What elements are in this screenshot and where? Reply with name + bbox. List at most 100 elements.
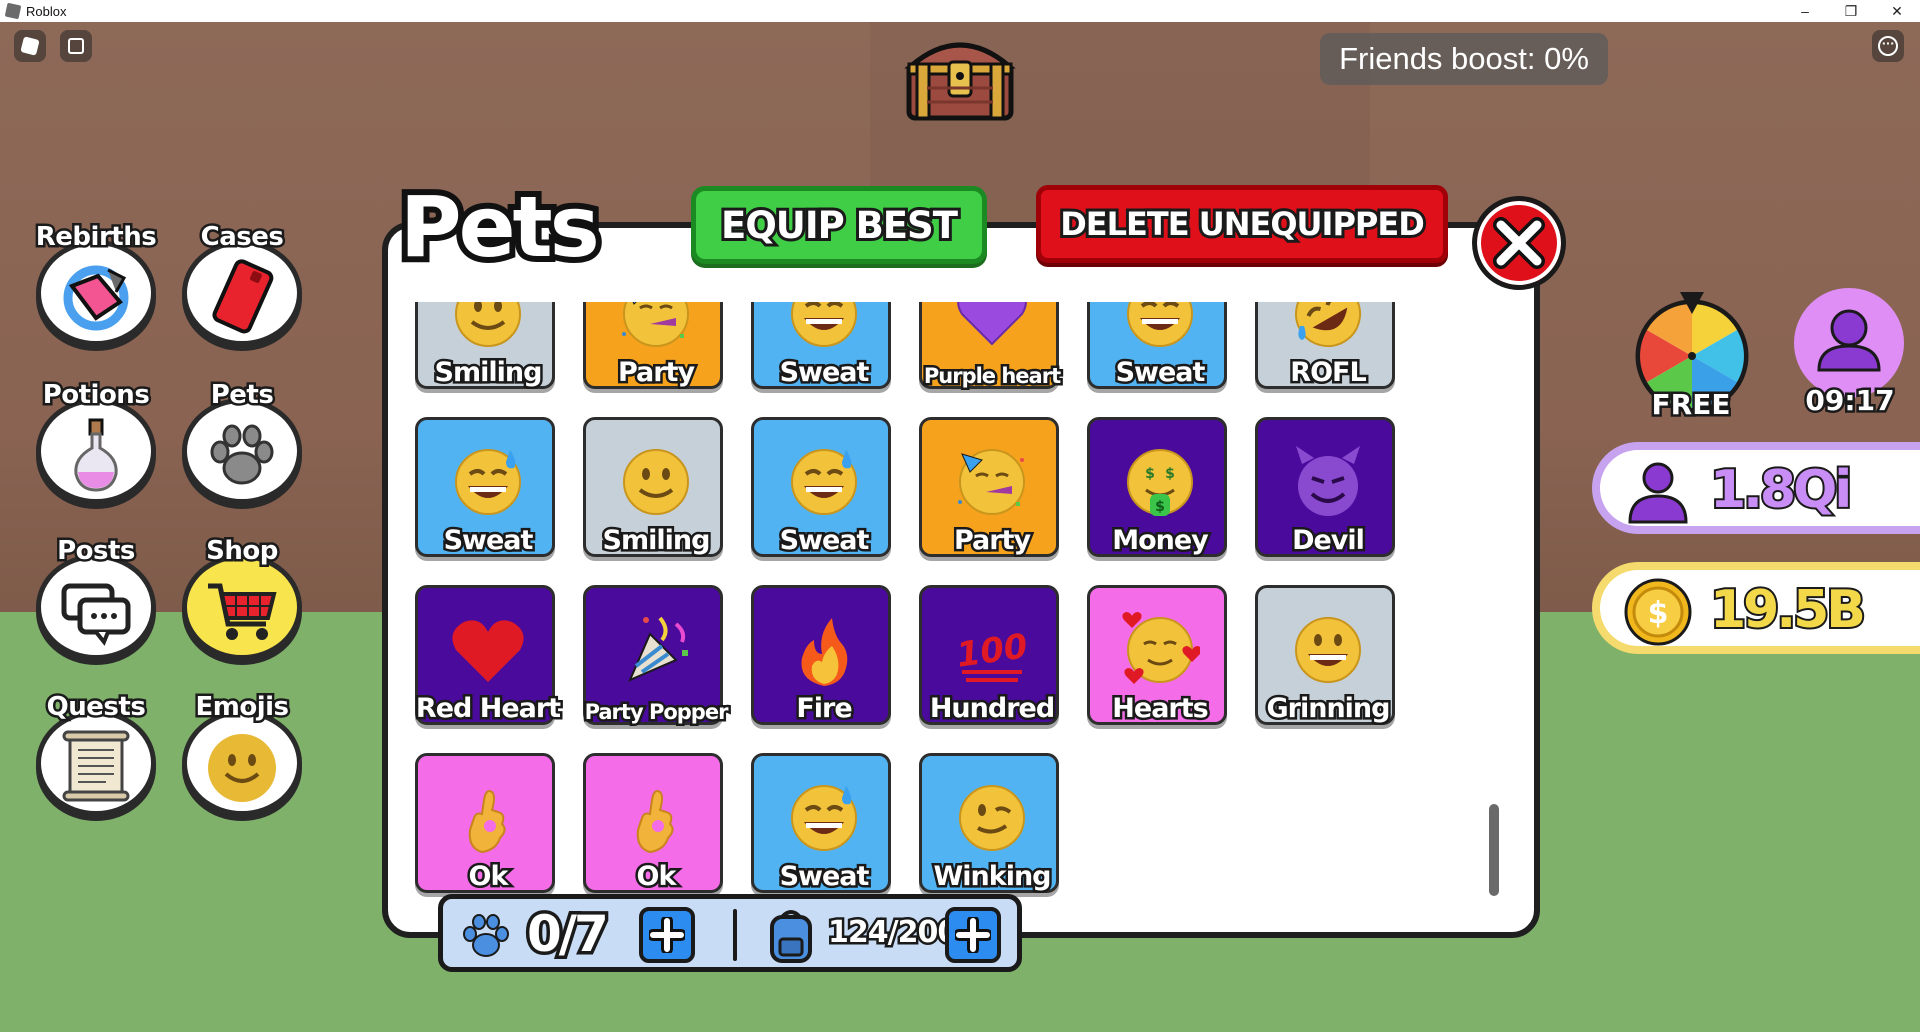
pet-name: Devil [1290,523,1368,559]
svg-text:$: $ [1165,466,1175,482]
coins-stat: $ 19.5B [1592,562,1920,654]
roblox-logo-icon [20,36,40,56]
chat-toggle-button[interactable] [60,30,92,62]
pet-tile[interactable]: Devil [1255,417,1395,559]
pets-scrollbar[interactable] [1489,804,1499,896]
plus-icon [955,917,991,953]
chat-icon [68,38,84,54]
pet-name: Fire [794,691,855,727]
pet-tile[interactable]: Ok [415,753,555,895]
pet-tile[interactable]: 100 Hundred [919,585,1059,727]
profile-timer-button[interactable] [1794,288,1904,398]
svg-text:$: $ [1648,596,1669,631]
pets-panel-title: Pets [394,172,606,282]
ok-hand-emoji-icon [468,790,506,854]
counter-divider [733,909,737,961]
menu-pets-button[interactable]: Pets [180,378,304,504]
roblox-menu-button[interactable] [14,30,46,62]
paw-icon [210,424,274,485]
pet-name: Party [615,355,697,391]
pet-name: Money [1110,523,1212,559]
window-title: Roblox [26,3,67,19]
pet-name: Sweat [1113,355,1208,391]
pet-name: Purple heart [921,362,1063,391]
hundred-emoji-icon: 100 [954,626,1030,682]
purple-heart-emoji-icon [957,302,1027,346]
smiley-icon [208,734,276,802]
cart-icon [208,583,277,640]
pet-tile[interactable]: Ok [583,753,723,895]
paw-icon [463,914,509,957]
rebirth-icon [63,265,129,331]
minimize-button[interactable]: – [1782,0,1828,22]
add-storage-button[interactable] [945,907,1001,963]
pet-tile[interactable]: Sweat [1087,302,1227,391]
followers-value: 1.8Qi [1708,458,1854,522]
pet-tile[interactable]: Purple heart [919,302,1064,391]
pet-tile[interactable]: Grinning [1255,585,1395,727]
more-options-button[interactable]: ··· [1872,30,1904,62]
pet-name: Party [951,523,1033,559]
friends-boost-label: Friends boost: 0% [1320,33,1608,85]
close-window-button[interactable]: ✕ [1874,0,1920,22]
pet-name: Party Popper [582,698,731,727]
pet-tile[interactable]: Sweat [751,302,891,391]
pet-tile[interactable]: Smiling [415,302,555,391]
equipped-count: 0/7 [524,902,613,967]
roblox-app-icon [4,2,22,20]
pet-tile[interactable]: Party Popper [582,585,731,727]
pet-tile[interactable]: Party [919,417,1059,559]
backpack-icon [770,910,812,963]
pet-tile[interactable]: Party [583,302,723,391]
close-panel-button[interactable] [1472,196,1566,290]
maximize-button[interactable]: ❐ [1828,0,1874,22]
coins-value: 19.5B [1708,578,1868,642]
pet-tile[interactable]: Hearts [1087,585,1227,727]
menu-pets-label: Pets [208,378,276,413]
pet-tile[interactable]: ROFL [1255,302,1395,391]
delete-unequipped-button[interactable]: DELETE UNEQUIPPED [1036,185,1448,263]
menu-posts-label: Posts [55,534,138,569]
timer-label: 09:17 [1803,382,1897,420]
menu-quests-button[interactable]: Quests [34,690,158,816]
plus-icon [649,917,685,953]
menu-potions-button[interactable]: Potions [34,378,158,504]
equip-best-button[interactable]: EQUIP BEST [691,186,987,264]
chat-bubble-icon [61,583,131,646]
pet-name: Hundred [927,691,1057,727]
close-icon [1493,217,1545,269]
menu-posts-button[interactable]: Posts [34,534,158,660]
sweat-emoji-icon [791,302,857,347]
sweat-emoji-icon [1127,302,1193,347]
pets-grid-viewport[interactable]: Smiling Party Sweat Purple heart Sweat ROFL Sw… [415,302,1415,902]
pet-tile[interactable]: Red Heart [415,585,564,727]
menu-shop-button[interactable]: Shop [180,534,304,660]
potion-icon [74,418,118,492]
pet-tile[interactable]: Winking [919,753,1059,895]
scroll-icon [62,730,130,802]
pet-name: Hearts [1110,691,1211,727]
treasure-chest-icon[interactable] [903,30,1017,122]
ok-hand-emoji-icon [636,790,674,854]
pet-name: Winking [931,859,1054,895]
pet-name: Red Heart [415,691,564,727]
phone-case-icon [212,259,274,334]
menu-emojis-button[interactable]: Emojis [180,690,304,816]
money-emoji-icon: $ $ $ [1127,449,1193,516]
pet-name: Sweat [777,523,872,559]
pet-tile[interactable]: Sweat [751,417,891,559]
red-heart-emoji-icon [452,620,524,682]
menu-emojis-label: Emojis [193,690,292,725]
pet-tile[interactable]: Fire [751,585,891,727]
pet-tile[interactable]: $ $ $ Money [1087,417,1227,559]
grinning-emoji-icon [1295,617,1361,683]
pet-tile[interactable]: Sweat [751,753,891,895]
add-equip-slot-button[interactable] [639,907,695,963]
more-options-icon: ··· [1878,36,1898,56]
sweat-emoji-icon [791,449,857,515]
menu-cases-button[interactable]: Cases [180,220,304,346]
pet-tile[interactable]: Smiling [583,417,723,559]
menu-rebirths-button[interactable]: Rebirths [33,220,159,346]
pet-tile[interactable]: Sweat [415,417,555,559]
pet-name: Ok [634,859,679,895]
